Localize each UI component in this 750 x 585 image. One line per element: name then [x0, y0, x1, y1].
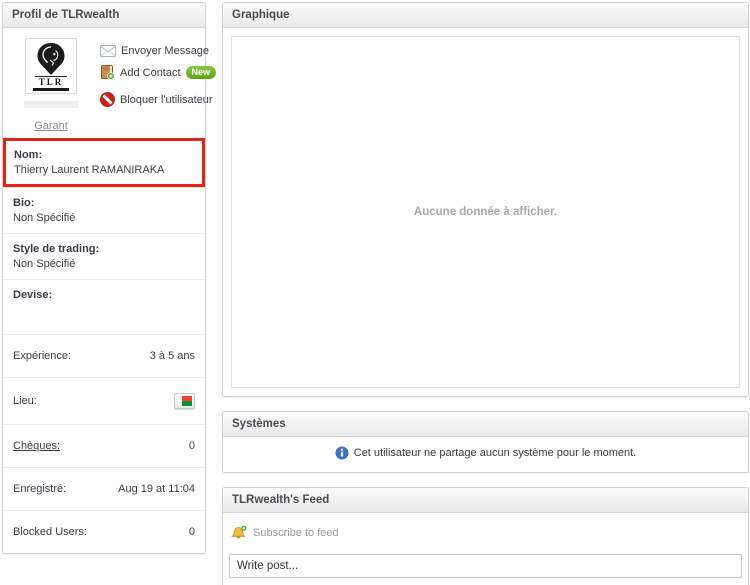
profile-panel: Profil de TLRwealth TLR: [2, 2, 206, 554]
send-message-label: Envoyer Message: [121, 45, 209, 57]
feed-panel: TLRwealth's Feed Subscribe to feed: [222, 487, 749, 585]
field-cheques-label[interactable]: Chèques:: [13, 440, 60, 452]
block-icon: [100, 92, 115, 107]
block-user-label: Bloquer l'utilisateur: [120, 94, 213, 106]
field-experience: Expérience: 3 à 5 ans: [3, 334, 205, 377]
bell-subscribe-icon: [231, 525, 247, 541]
systems-panel-title: Systèmes: [223, 412, 748, 437]
avatar: TLR: [25, 38, 77, 94]
profile-actions: Envoyer Message: [93, 38, 216, 132]
add-contact-label: Add Contact: [120, 67, 181, 79]
block-user-button[interactable]: Bloquer l'utilisateur: [100, 92, 216, 107]
avatar-logo-text: TLR: [35, 76, 67, 87]
garant-link[interactable]: Garant: [34, 120, 68, 132]
send-message-button[interactable]: Envoyer Message: [100, 45, 216, 57]
field-cheques: Chèques: 0: [3, 424, 205, 467]
write-post-input[interactable]: [229, 554, 742, 578]
profile-fields: Nom: Thierry Laurent RAMANIRAKA Bio: Non…: [3, 138, 205, 553]
feed-panel-title: TLRwealth's Feed: [223, 488, 748, 513]
field-nom: Nom: Thierry Laurent RAMANIRAKA: [3, 138, 205, 187]
profile-page: Profil de TLRwealth TLR: [0, 0, 750, 585]
address-book-icon: [100, 65, 115, 80]
add-contact-button[interactable]: Add Contact New: [100, 65, 216, 80]
feed-body: Subscribe to feed Post: [223, 513, 748, 585]
field-style-trading-label: Style de trading:: [13, 243, 195, 255]
field-experience-label: Expérience:: [13, 350, 71, 362]
graph-body: Aucune donnée à afficher.: [223, 28, 748, 396]
systems-body: Cet utilisateur ne partage aucun système…: [223, 437, 748, 472]
field-devise-label: Devise:: [13, 289, 195, 301]
field-style-trading: Style de trading: Non Spécifié: [3, 233, 205, 279]
field-nom-label: Nom:: [14, 149, 194, 161]
field-enregistre: Enregistré: Aug 19 at 11:04: [3, 467, 205, 510]
chart-area: Aucune donnée à afficher.: [231, 36, 740, 388]
systems-empty-message: Cet utilisateur ne partage aucun système…: [354, 447, 636, 459]
field-enregistre-label: Enregistré:: [13, 483, 66, 495]
field-bio-value: Non Spécifié: [13, 212, 195, 224]
subscribe-to-feed-link[interactable]: Subscribe to feed: [229, 520, 742, 554]
field-experience-value: 3 à 5 ans: [150, 350, 195, 362]
field-blocked-users: Blocked Users: 0: [3, 510, 205, 553]
profile-top: TLR Garant: [3, 28, 205, 138]
systems-panel: Systèmes Cet utilisateur ne partage aucu…: [222, 411, 749, 473]
madagascar-flag-icon[interactable]: [174, 393, 195, 409]
new-badge: New: [186, 66, 217, 79]
chart-empty-message: Aucune donnée à afficher.: [414, 206, 557, 218]
reputation-bar: [24, 101, 78, 108]
field-enregistre-value: Aug 19 at 11:04: [118, 483, 195, 495]
profile-column: Profil de TLRwealth TLR: [2, 2, 206, 554]
field-lieu-label: Lieu:: [13, 395, 37, 407]
info-icon: [335, 446, 349, 460]
lion-logo-icon: [31, 42, 71, 76]
field-blocked-users-value: 0: [189, 526, 195, 538]
field-bio-label: Bio:: [13, 197, 195, 209]
field-style-trading-value: Non Spécifié: [13, 258, 195, 270]
avatar-logo-bar: [33, 88, 69, 91]
graph-panel: Graphique Aucune donnée à afficher.: [222, 2, 749, 397]
avatar-column: TLR Garant: [9, 38, 93, 132]
main-column: Graphique Aucune donnée à afficher. Syst…: [222, 2, 749, 585]
field-blocked-users-label: Blocked Users:: [13, 526, 87, 538]
profile-panel-title: Profil de TLRwealth: [3, 3, 205, 28]
field-bio: Bio: Non Spécifié: [3, 187, 205, 233]
envelope-icon: [100, 45, 116, 57]
field-devise: Devise:: [3, 279, 205, 334]
subscribe-to-feed-label: Subscribe to feed: [253, 527, 339, 539]
graph-panel-title: Graphique: [223, 3, 748, 28]
field-cheques-value: 0: [189, 440, 195, 452]
field-lieu: Lieu:: [3, 377, 205, 424]
field-nom-value: Thierry Laurent RAMANIRAKA: [14, 164, 194, 176]
